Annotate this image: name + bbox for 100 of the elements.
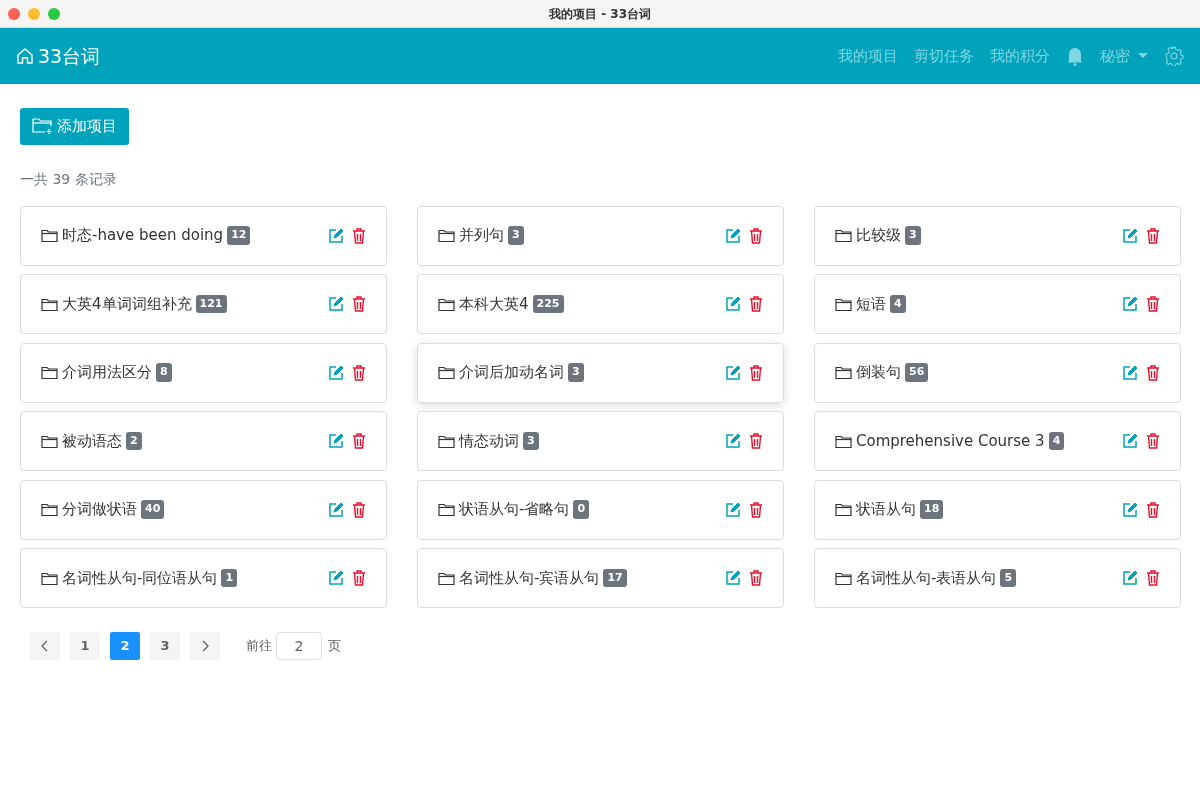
project-name: 并列句	[459, 225, 504, 247]
project-count: 3	[523, 431, 539, 451]
edit-icon[interactable]	[1122, 433, 1138, 449]
project-name: 名词性从句-表语从句	[856, 567, 997, 589]
folder-icon	[835, 570, 852, 586]
project-name: 状语从句-省略句	[459, 499, 570, 521]
edit-icon[interactable]	[1122, 570, 1138, 586]
edit-icon[interactable]	[725, 433, 741, 449]
trash-icon[interactable]	[749, 227, 763, 244]
trash-icon[interactable]	[352, 570, 366, 586]
project-card[interactable]: 本科大英4 225	[417, 274, 784, 334]
project-card[interactable]: 名词性从句-表语从句 5	[814, 548, 1181, 608]
project-card[interactable]: 名词性从句-宾语从句 17	[417, 548, 784, 608]
edit-icon[interactable]	[328, 227, 344, 244]
project-card[interactable]: 分词做状语 40	[20, 479, 387, 540]
trash-icon[interactable]	[749, 570, 763, 586]
trash-icon[interactable]	[352, 296, 366, 312]
edit-icon[interactable]	[725, 501, 741, 518]
project-name: 分词做状语	[62, 499, 137, 521]
trash-icon[interactable]	[749, 501, 763, 518]
chevron-left-icon	[41, 640, 49, 652]
goto-label: 前往	[246, 637, 272, 656]
edit-icon[interactable]	[328, 433, 344, 449]
edit-icon[interactable]	[328, 296, 344, 312]
folder-icon	[835, 296, 852, 312]
project-card[interactable]: 情态动词 3	[417, 411, 784, 471]
project-card[interactable]: 短语 4	[814, 274, 1181, 334]
edit-icon[interactable]	[1122, 364, 1138, 381]
project-card[interactable]: 介词后加动名词 3	[417, 342, 784, 403]
edit-icon[interactable]	[1122, 227, 1138, 244]
project-count: 1	[221, 568, 238, 588]
trash-icon[interactable]	[749, 433, 763, 449]
project-count: 225	[532, 294, 564, 314]
trash-icon[interactable]	[352, 501, 366, 518]
project-card[interactable]: 并列句 3	[417, 205, 784, 266]
trash-icon[interactable]	[749, 296, 763, 312]
project-count: 3	[905, 226, 921, 245]
project-card[interactable]: 状语从句 18	[814, 479, 1181, 540]
folder-icon	[41, 570, 58, 586]
edit-icon[interactable]	[725, 227, 741, 244]
project-count: 5	[1000, 568, 1017, 588]
edit-icon[interactable]	[1122, 296, 1138, 312]
project-card[interactable]: 状语从句-省略句 0	[417, 479, 784, 540]
trash-icon[interactable]	[749, 364, 763, 381]
project-count: 18	[920, 500, 944, 519]
folder-icon	[438, 228, 455, 243]
zoom-window-control[interactable]	[48, 8, 60, 20]
project-count: 40	[141, 500, 165, 519]
project-name: 时态-have been doing	[62, 225, 224, 247]
page-button[interactable]: 1	[70, 632, 100, 660]
bell-icon[interactable]	[1066, 46, 1084, 66]
edit-icon[interactable]	[725, 364, 741, 381]
project-card[interactable]: 时态-have been doing 12	[20, 205, 387, 266]
project-count: 2	[126, 431, 142, 451]
folder-icon	[438, 502, 455, 517]
project-card[interactable]: 比较级 3	[814, 205, 1181, 266]
trash-icon[interactable]	[1146, 501, 1160, 518]
folder-icon	[835, 433, 852, 449]
trash-icon[interactable]	[1146, 296, 1160, 312]
trash-icon[interactable]	[352, 364, 366, 381]
edit-icon[interactable]	[725, 570, 741, 586]
chevron-right-icon	[201, 640, 209, 652]
project-card[interactable]: 被动语态 2	[20, 411, 387, 471]
project-count: 121	[195, 294, 227, 314]
window-title: 我的项目 - 33台词	[548, 5, 651, 23]
page-input[interactable]: 2	[276, 632, 322, 660]
project-count: 8	[156, 363, 172, 382]
trash-icon[interactable]	[1146, 364, 1160, 381]
next-page-button[interactable]	[190, 632, 220, 660]
project-card[interactable]: 名词性从句-同位语从句 1	[20, 548, 387, 608]
folder-icon	[41, 433, 58, 449]
folder-icon	[438, 365, 455, 380]
project-name: 状语从句	[856, 499, 916, 521]
minimize-window-control[interactable]	[28, 8, 40, 20]
project-name: 名词性从句-宾语从句	[459, 567, 600, 589]
project-count: 4	[1048, 431, 1065, 451]
trash-icon[interactable]	[352, 433, 366, 449]
caret-icon	[1138, 53, 1148, 59]
edit-icon[interactable]	[328, 501, 344, 518]
trash-icon[interactable]	[1146, 433, 1160, 449]
folder-add-icon	[32, 117, 54, 136]
previous-page-button[interactable]	[30, 632, 60, 660]
edit-icon[interactable]	[725, 296, 741, 312]
project-card[interactable]: 大英4单词词组补充 121	[20, 274, 387, 334]
folder-icon	[41, 365, 58, 380]
trash-icon[interactable]	[352, 227, 366, 244]
project-card[interactable]: 介词用法区分 8	[20, 342, 387, 403]
page-button[interactable]: 3	[150, 632, 180, 660]
project-card[interactable]: 倒装句 56	[814, 342, 1181, 403]
project-count: 56	[905, 363, 929, 382]
close-window-control[interactable]	[8, 8, 20, 20]
edit-icon[interactable]	[328, 570, 344, 586]
project-name: 被动语态	[62, 430, 122, 452]
trash-icon[interactable]	[1146, 227, 1160, 244]
settings-icon[interactable]	[1164, 46, 1184, 66]
project-card[interactable]: Comprehensive Course 3 4	[814, 411, 1181, 471]
trash-icon[interactable]	[1146, 570, 1160, 586]
edit-icon[interactable]	[1122, 501, 1138, 518]
folder-icon	[438, 433, 455, 449]
edit-icon[interactable]	[328, 364, 344, 381]
